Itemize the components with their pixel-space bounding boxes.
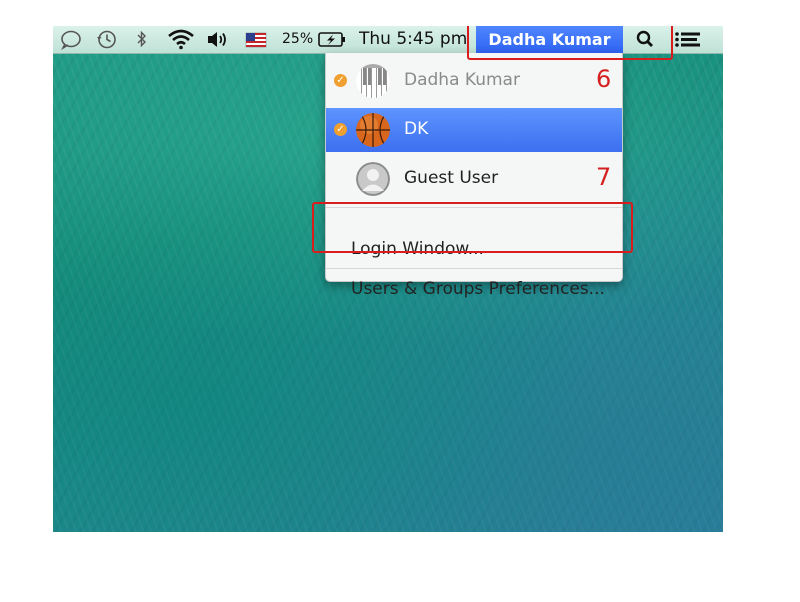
wifi-icon[interactable]	[166, 26, 196, 53]
check-badge-icon: ✓	[334, 74, 347, 87]
us-flag-icon[interactable]	[245, 26, 267, 53]
annotation-number-6: 6	[596, 65, 612, 93]
annotation-box-user-menu	[467, 26, 673, 60]
menu-clock[interactable]: Thu 5:45 pm	[359, 26, 467, 53]
piano-avatar-icon	[356, 64, 390, 98]
menu-item-users-groups-preferences[interactable]: Users & Groups Preferences...	[326, 279, 622, 309]
users-groups-preferences-label: Users & Groups Preferences...	[351, 279, 605, 299]
volume-icon[interactable]	[205, 26, 231, 53]
desktop-screen: 25% Thu 5:45 pm Dadha Kumar ✓ Dadha Kuma…	[53, 26, 723, 532]
basketball-avatar-icon	[356, 113, 390, 147]
guest-silhouette-avatar-icon	[356, 162, 390, 196]
messages-icon[interactable]	[59, 26, 83, 53]
menu-item-user-dk[interactable]: ✓ DK	[326, 108, 622, 152]
menu-separator	[326, 268, 622, 269]
time-machine-icon[interactable]	[95, 26, 119, 53]
battery-charging-icon[interactable]	[317, 26, 347, 53]
user-name-label: Dadha Kumar	[404, 70, 520, 90]
menu-item-user-guest[interactable]: Guest User	[326, 157, 622, 201]
user-name-label: Guest User	[404, 168, 499, 188]
notification-center-icon[interactable]	[673, 26, 703, 53]
annotation-number-7: 7	[596, 163, 612, 191]
menu-item-user-dadha-kumar[interactable]: ✓ Dadha Kumar	[326, 59, 622, 103]
check-badge-icon: ✓	[334, 123, 347, 136]
bluetooth-icon[interactable]	[135, 26, 149, 53]
battery-percent[interactable]: 25%	[282, 26, 313, 53]
user-name-label: DK	[404, 119, 429, 139]
annotation-box-login-window	[312, 202, 633, 253]
